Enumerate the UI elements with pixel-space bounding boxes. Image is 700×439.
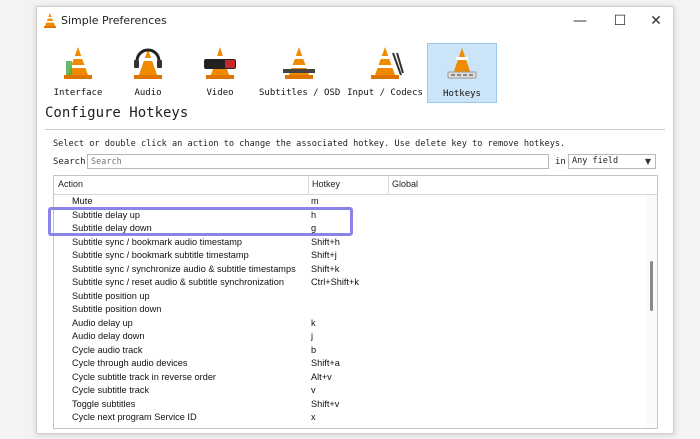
row-action: Cycle audio track xyxy=(72,344,143,355)
row-hotkey: Shift+v xyxy=(311,398,340,409)
row-action: Subtitle sync / bookmark audio timestamp xyxy=(72,236,243,247)
vertical-scrollbar[interactable] xyxy=(646,195,657,428)
table-row[interactable]: Cycle subtitle track v xyxy=(54,384,646,398)
search-input[interactable] xyxy=(87,154,549,169)
interface-cone-icon xyxy=(64,47,92,79)
subtitles-cone-icon xyxy=(283,47,315,79)
in-label: in xyxy=(555,157,566,167)
column-hotkey[interactable]: Hotkey xyxy=(312,179,340,189)
row-hotkey: Alt+v xyxy=(311,371,332,382)
tab-label: Hotkeys xyxy=(443,89,481,99)
row-hotkey: b xyxy=(311,344,317,355)
row-hotkey: Shift+j xyxy=(311,250,337,260)
table-row[interactable]: Cycle subtitle track in reverse order Alt… xyxy=(54,371,646,385)
row-action: Cycle through audio devices xyxy=(72,358,188,368)
hotkeys-cone-icon xyxy=(447,48,477,79)
table-row[interactable]: Subtitle sync / bookmark audio timestamp… xyxy=(54,236,646,250)
tab-input-codecs[interactable]: Input / Codecs xyxy=(345,43,425,101)
table-row[interactable]: Cycle next program Service ID x xyxy=(54,411,646,425)
row-hotkey: Ctrl+Shift+k xyxy=(311,277,359,287)
tab-label: Input / Codecs xyxy=(347,88,423,98)
row-action: Subtitle sync / synchronize audio & subt… xyxy=(72,263,296,274)
row-action: Audio delay up xyxy=(72,317,133,328)
row-hotkey: v xyxy=(311,385,316,395)
row-action: Cycle next program Service ID xyxy=(72,412,197,422)
tab-subtitles-osd[interactable]: Subtitles / OSD xyxy=(259,43,341,101)
row-hotkey: j xyxy=(311,331,314,341)
row-action: Mute xyxy=(72,196,93,206)
tab-label: Video xyxy=(206,88,234,98)
vlc-cone-icon xyxy=(44,13,56,28)
row-action: Cycle subtitle track in reverse order xyxy=(72,371,216,382)
table-row[interactable]: Audio delay up k xyxy=(54,317,646,331)
row-action: Subtitle sync / bookmark subtitle timest… xyxy=(72,250,249,260)
select-value: Any field xyxy=(572,156,619,166)
table-row[interactable]: Subtitle position up xyxy=(54,290,646,304)
tab-video[interactable]: Video xyxy=(185,43,255,101)
chevron-down-icon: ▼ xyxy=(644,157,651,166)
row-hotkey: m xyxy=(311,196,319,206)
video-cone-icon xyxy=(204,47,236,79)
category-toolbar: Interface Audio Video Subtitles / OSD In… xyxy=(37,37,673,105)
row-hotkey: Shift+h xyxy=(311,236,340,247)
highlight-annotation xyxy=(48,207,353,236)
table-row[interactable]: Toggle subtitles Shift+v xyxy=(54,398,646,412)
table-row[interactable]: Audio delay down j xyxy=(54,330,646,344)
input-codecs-cone-icon xyxy=(371,47,404,79)
tab-hotkeys[interactable]: Hotkeys xyxy=(427,43,497,103)
row-hotkey: k xyxy=(311,317,316,328)
table-row[interactable]: Cycle audio track b xyxy=(54,344,646,358)
scrollbar-thumb[interactable] xyxy=(650,261,653,311)
tab-label: Interface xyxy=(53,88,103,98)
tab-label: Audio xyxy=(134,88,162,98)
row-action: Subtitle sync / reset audio & subtitle s… xyxy=(72,277,284,287)
table-row[interactable]: Subtitle position down xyxy=(54,303,646,317)
maximize-button[interactable]: ☐ xyxy=(603,9,637,33)
audio-cone-icon xyxy=(134,48,162,79)
column-divider xyxy=(388,176,389,194)
row-action: Subtitle position up xyxy=(72,290,150,301)
row-hotkey: x xyxy=(311,412,316,422)
column-global[interactable]: Global xyxy=(392,179,418,189)
column-action[interactable]: Action xyxy=(58,179,83,189)
row-action: Audio delay down xyxy=(72,331,145,341)
row-hotkey: Shift+a xyxy=(311,358,340,368)
search-label: Search xyxy=(53,157,86,167)
tab-interface[interactable]: Interface xyxy=(43,43,113,101)
tab-label: Subtitles / OSD xyxy=(259,88,341,98)
table-row[interactable]: Cycle through audio devices Shift+a xyxy=(54,357,646,371)
divider xyxy=(45,129,665,130)
title-bar[interactable]: Simple Preferences — ☐ ✕ xyxy=(37,7,673,35)
row-action: Subtitle position down xyxy=(72,304,162,314)
table-header: Action Hotkey Global xyxy=(54,176,657,195)
column-divider xyxy=(308,176,309,194)
page-title: Configure Hotkeys xyxy=(45,105,189,121)
table-row[interactable]: Subtitle sync / synchronize audio & subt… xyxy=(54,263,646,277)
search-field-select[interactable]: Any field ▼ xyxy=(568,154,656,169)
instructions-text: Select or double click an action to chan… xyxy=(53,139,566,149)
row-hotkey: Shift+k xyxy=(311,263,340,274)
table-row[interactable]: Subtitle sync / bookmark subtitle timest… xyxy=(54,249,646,263)
row-action: Cycle subtitle track xyxy=(72,385,150,395)
row-action: Toggle subtitles xyxy=(72,398,136,409)
close-button[interactable]: ✕ xyxy=(639,9,673,33)
minimize-button[interactable]: — xyxy=(563,9,597,33)
table-row[interactable]: Subtitle sync / reset audio & subtitle s… xyxy=(54,276,646,290)
window-title: Simple Preferences xyxy=(61,14,167,27)
tab-audio[interactable]: Audio xyxy=(115,43,181,101)
